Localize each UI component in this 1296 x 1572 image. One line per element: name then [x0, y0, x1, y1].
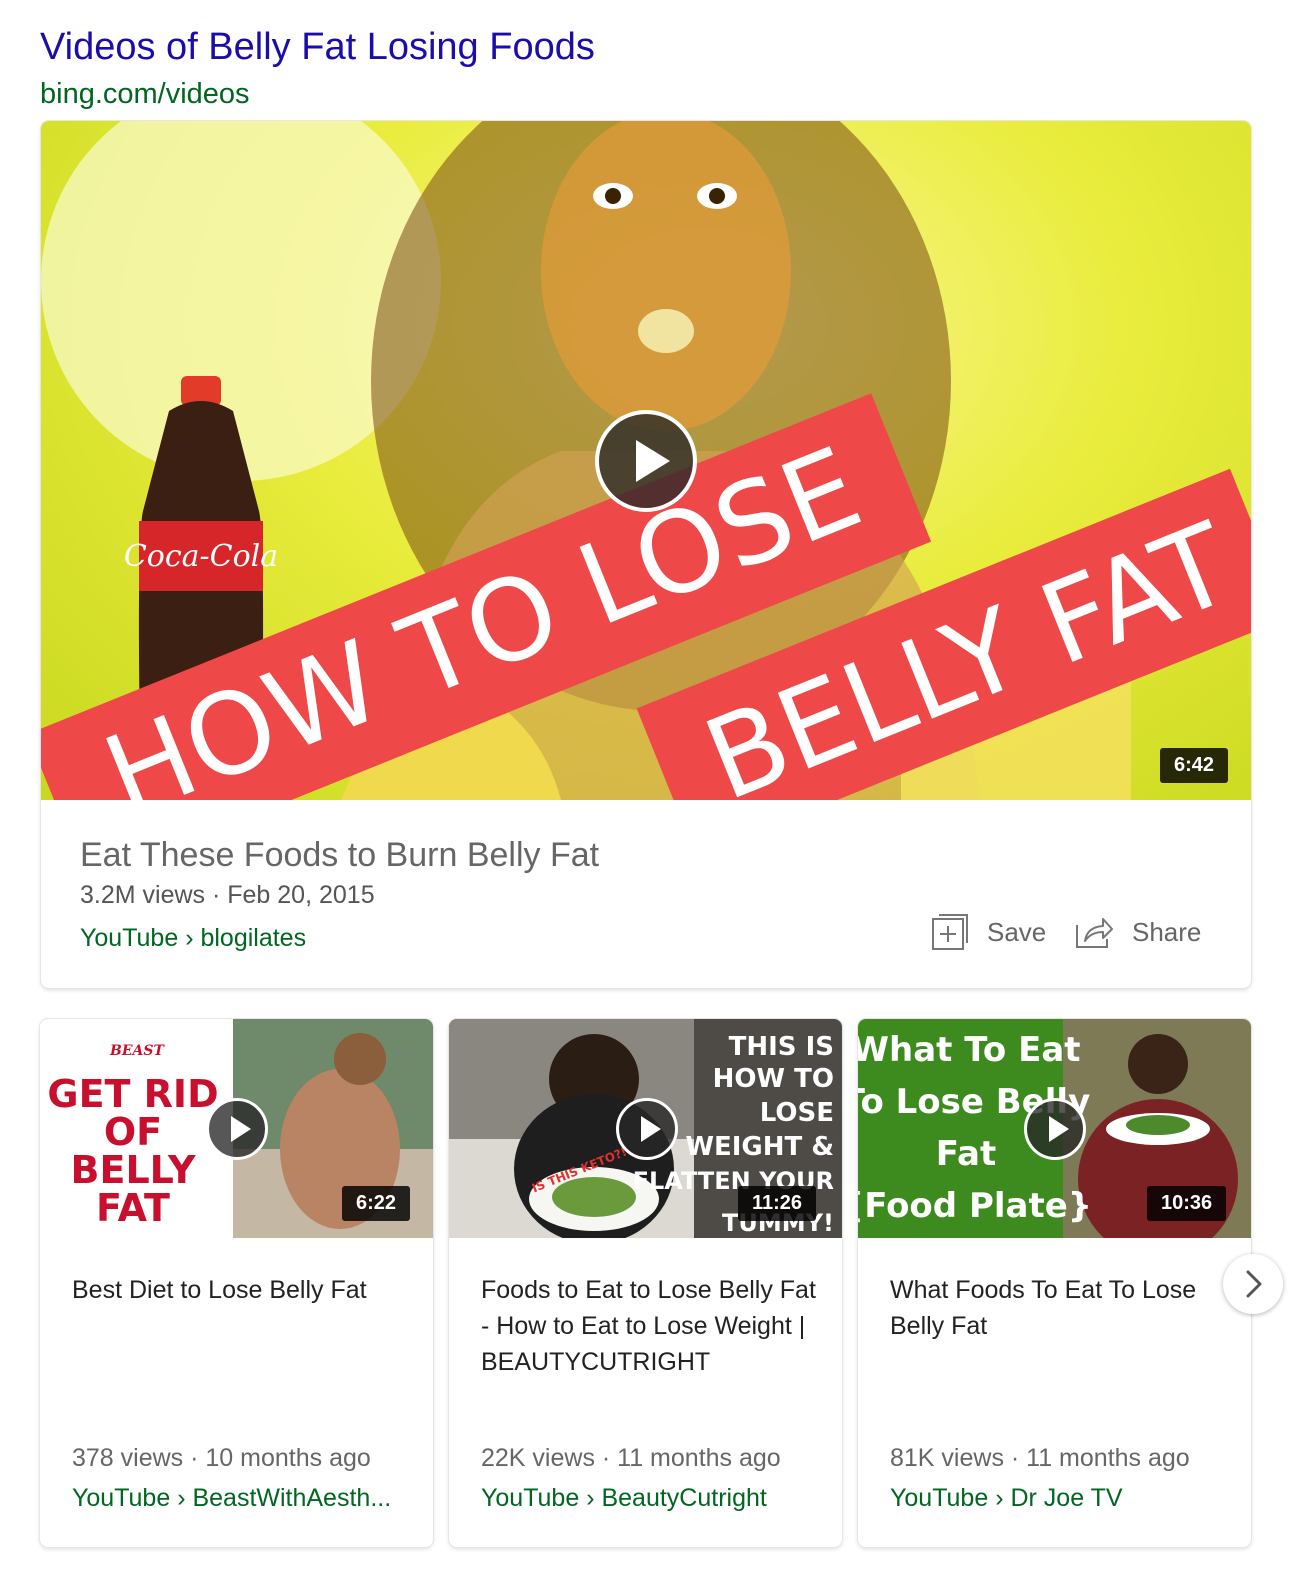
- video-duration: 6:22: [342, 1186, 411, 1221]
- featured-video-thumbnail[interactable]: Coca-Cola HOW TO LOSE BELLY FAT 6:42: [41, 121, 1251, 800]
- video-meta: 22K views · 11 months ago: [481, 1444, 781, 1472]
- thumbnail-text-line: THIS IS: [729, 1032, 834, 1062]
- video-thumbnail[interactable]: IS THIS KETO?! THIS IS HOW TO LOSE WEIGH…: [449, 1019, 842, 1238]
- play-button[interactable]: [595, 410, 697, 512]
- video-thumbnail[interactable]: What To Eat To Lose Belly Fat {Food Plat…: [858, 1019, 1251, 1238]
- video-meta: 378 views · 10 months ago: [72, 1444, 371, 1472]
- thumbnail-text-line: FAT: [96, 1186, 170, 1230]
- play-button[interactable]: [1024, 1098, 1086, 1160]
- video-card[interactable]: What To Eat To Lose Belly Fat {Food Plat…: [858, 1019, 1251, 1547]
- share-button[interactable]: Share: [1074, 909, 1201, 955]
- chevron-right-icon: [1246, 1270, 1262, 1298]
- search-result-title-link[interactable]: Videos of Belly Fat Losing Foods: [40, 26, 595, 69]
- video-duration: 6:42: [1160, 748, 1229, 783]
- video-card[interactable]: IS THIS KETO?! THIS IS HOW TO LOSE WEIGH…: [449, 1019, 842, 1547]
- share-label: Share: [1132, 916, 1202, 947]
- search-result-url: bing.com/videos: [40, 78, 250, 110]
- play-button[interactable]: [206, 1098, 268, 1160]
- video-source[interactable]: YouTube › Dr Joe TV: [890, 1484, 1123, 1513]
- video-source[interactable]: YouTube › BeautyCutright: [481, 1484, 767, 1513]
- carousel-next-button[interactable]: [1223, 1254, 1283, 1314]
- video-duration: 11:26: [738, 1186, 817, 1221]
- featured-video-card[interactable]: Coca-Cola HOW TO LOSE BELLY FAT 6:42 Eat…: [41, 121, 1251, 988]
- video-source[interactable]: YouTube › BeastWithAesth...: [72, 1484, 391, 1513]
- video-title[interactable]: What Foods To Eat To Lose Belly Fat: [890, 1272, 1230, 1344]
- thumbnail-text-line: WEIGHT &: [685, 1132, 834, 1162]
- play-button[interactable]: [616, 1098, 678, 1160]
- video-title[interactable]: Best Diet to Lose Belly Fat: [72, 1272, 412, 1308]
- featured-video-meta: 3.2M views · Feb 20, 2015: [80, 881, 375, 909]
- thumbnail-text-line: HOW TO: [713, 1064, 834, 1094]
- video-meta: 81K views · 11 months ago: [890, 1444, 1190, 1472]
- save-label: Save: [987, 916, 1047, 947]
- save-button[interactable]: Save: [931, 909, 1046, 955]
- thumbnail-text-line: {Food Plate}: [858, 1186, 1092, 1226]
- featured-video-title[interactable]: Eat These Foods to Burn Belly Fat: [80, 836, 599, 875]
- share-icon: [1076, 918, 1113, 948]
- video-card[interactable]: BEAST GET RID OF BELLY FAT 6:22 Best Die…: [40, 1019, 433, 1547]
- thumbnail-text-line: Fat: [936, 1134, 996, 1174]
- save-plus-icon: [932, 914, 968, 950]
- featured-video-source[interactable]: YouTube › blogilates: [80, 924, 306, 953]
- thumbnail-text-line: What To Eat: [858, 1030, 1081, 1070]
- bottle-label: Coca-Cola: [124, 539, 278, 574]
- video-thumbnail[interactable]: BEAST GET RID OF BELLY FAT 6:22: [40, 1019, 433, 1238]
- video-duration: 10:36: [1147, 1186, 1227, 1221]
- video-title[interactable]: Foods to Eat to Lose Belly Fat - How to …: [481, 1272, 821, 1380]
- thumbnail-text-line: LOSE: [760, 1098, 834, 1128]
- channel-logo-text: BEAST: [109, 1043, 165, 1059]
